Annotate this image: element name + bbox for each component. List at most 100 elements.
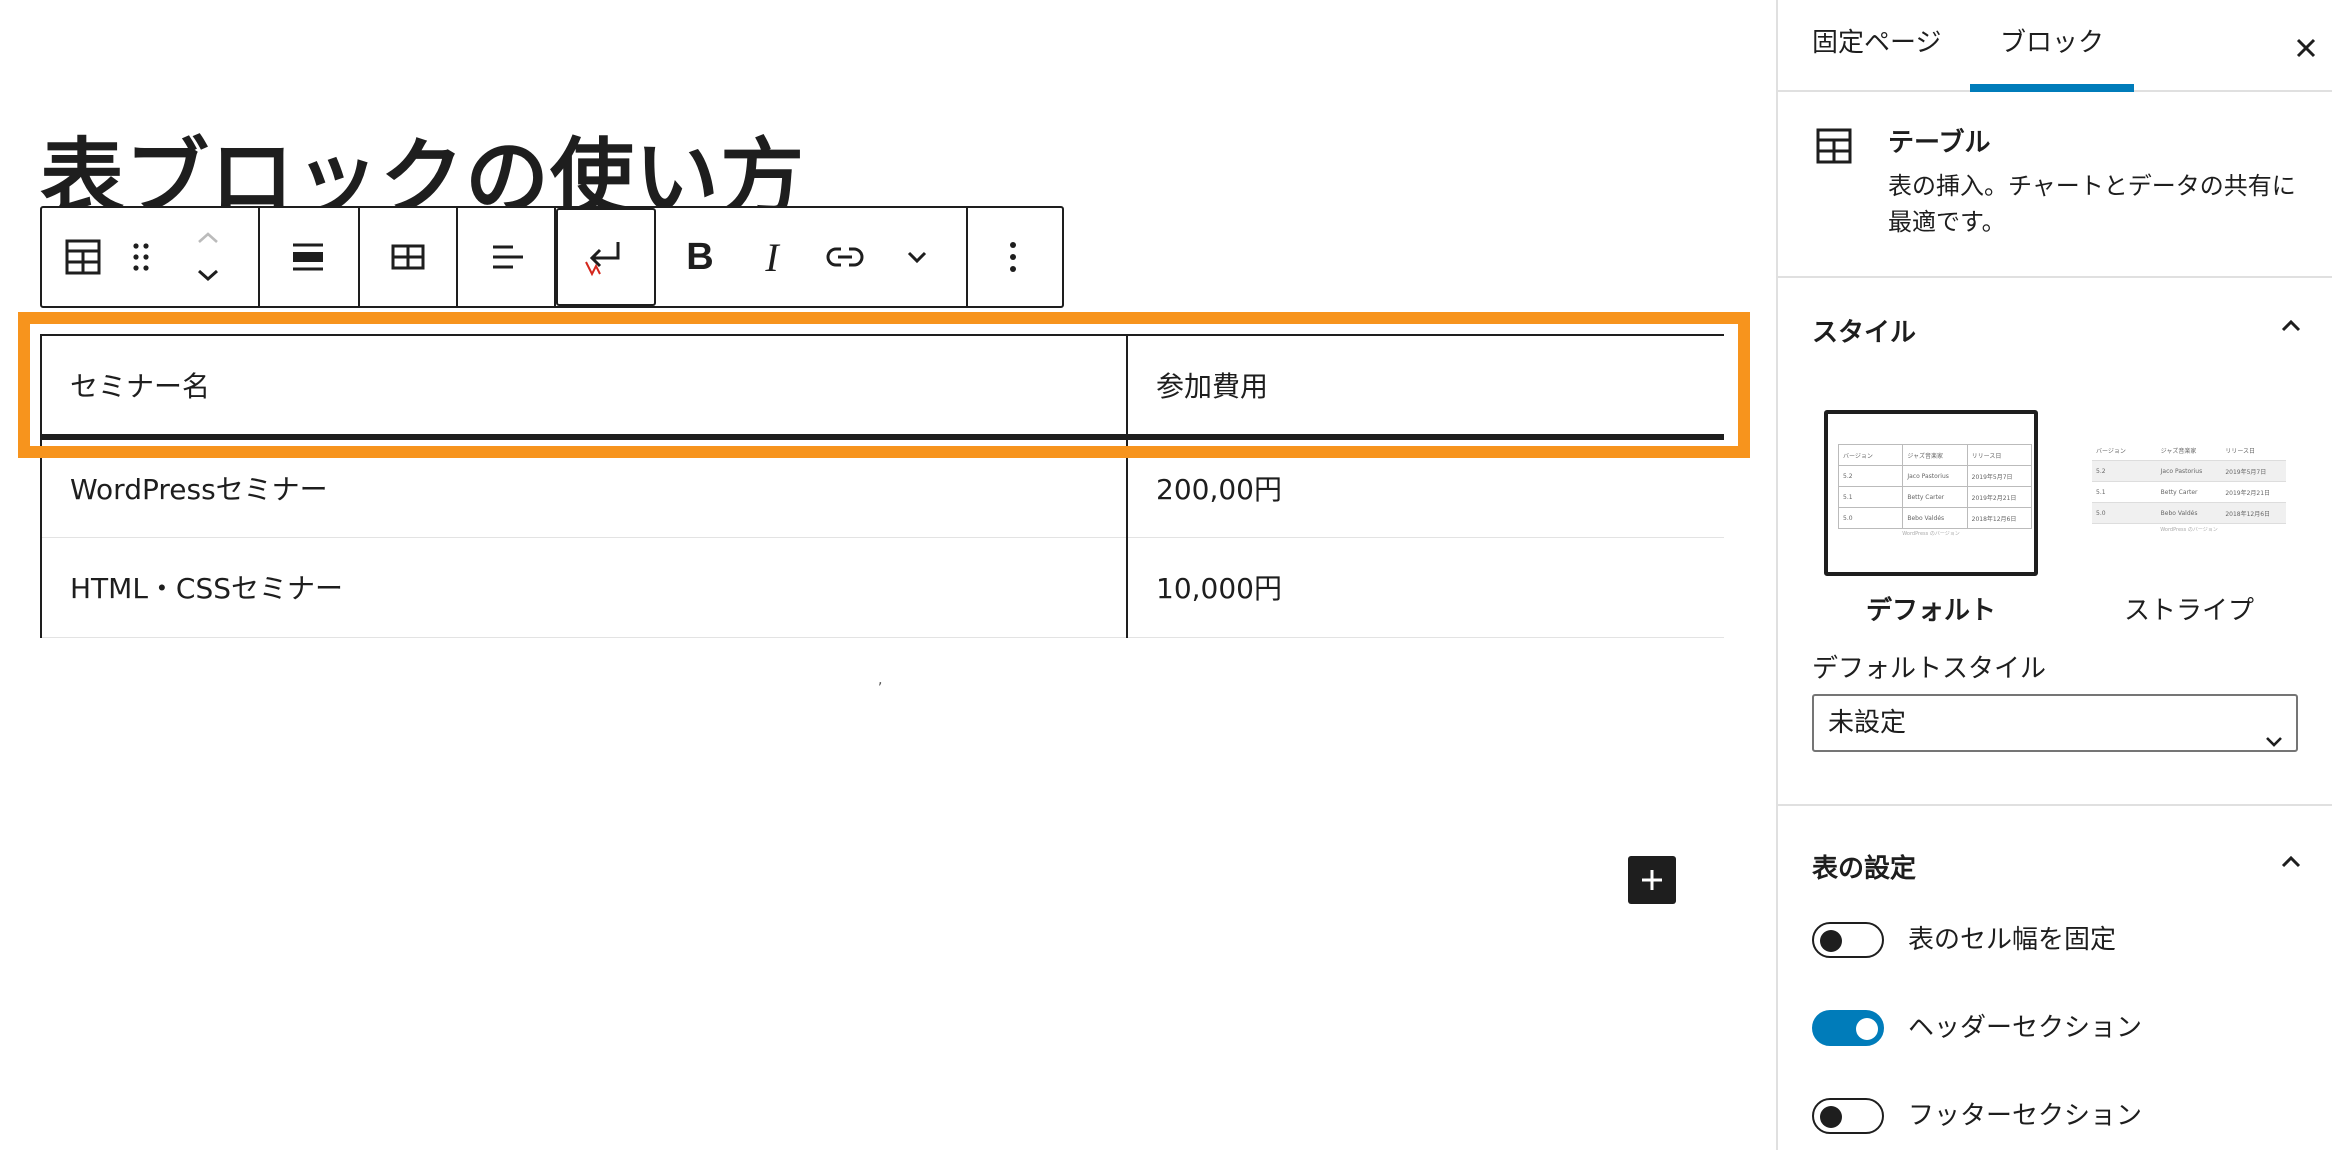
table-cell[interactable]: 10,000円 <box>1126 537 1724 638</box>
table-settings-panel: 表の設定 表のセル幅を固定 ヘッダーセクション フッターセクション <box>1778 808 2332 1150</box>
table-row: WordPressセミナー 200,00円 <box>40 437 1724 538</box>
bold-button[interactable]: B <box>672 232 728 282</box>
text-align-icon[interactable] <box>472 232 544 282</box>
styles-panel: スタイル バージョン ジャズ音楽家 リリース日 5.2 Jaco Pastorius 2… <box>1778 278 2332 806</box>
line-break-button[interactable] <box>556 208 656 306</box>
table-header-row: セミナー名 参加費用 <box>40 334 1724 440</box>
toolbar-divider <box>258 208 260 306</box>
preview-cell: Betty Carter <box>2156 481 2222 503</box>
block-card: テーブル 表の挿入。チャートとデータの共有に最適です。 <box>1778 92 2332 278</box>
preview-cell: Jaco Pastorius <box>1902 465 1968 487</box>
more-formatting-chevron-icon[interactable] <box>892 232 942 282</box>
preview-cell: バージョン <box>2092 440 2157 461</box>
preview-cell: 5.2 <box>2092 460 2157 482</box>
preview-cell: Betty Carter <box>1902 486 1968 508</box>
toolbar-divider <box>966 208 968 306</box>
preview-cell: 2019年2月21日 <box>2221 481 2286 503</box>
close-icon <box>2296 38 2316 58</box>
preview-caption: WordPress のバージョン <box>2160 527 2218 533</box>
table-row: HTML・CSSセミナー 10,000円 <box>40 537 1724 638</box>
active-tab-indicator <box>1970 84 2134 92</box>
add-block-button[interactable] <box>1628 856 1676 904</box>
link-icon[interactable] <box>812 232 878 282</box>
table-cell[interactable]: HTML・CSSセミナー <box>40 537 1128 638</box>
preview-cell: 2018年12月6日 <box>2221 502 2286 524</box>
preview-cell: 5.1 <box>2092 481 2157 503</box>
options-menu-icon[interactable] <box>988 232 1038 282</box>
toolbar-divider <box>456 208 458 306</box>
table-cell[interactable]: 200,00円 <box>1126 437 1724 538</box>
preview-cell: Bebo Valdés <box>1902 507 1968 529</box>
default-style-select[interactable]: 未設定 <box>1812 694 2298 752</box>
style-preview: バージョン ジャズ音楽家 リリース日 5.2 Jaco Pastorius 2019年5… <box>1824 410 2038 576</box>
preview-cell: リリース日 <box>1966 444 2033 466</box>
fixed-width-label: 表のセル幅を固定 <box>1908 925 2117 955</box>
preview-cell: 2019年5月7日 <box>2221 460 2286 482</box>
default-style-label: デフォルトスタイル <box>1812 654 2047 684</box>
footer-section-label: フッターセクション <box>1908 1101 2143 1131</box>
preview-cell: 2018年12月6日 <box>1966 507 2033 529</box>
plus-icon <box>1642 870 1662 890</box>
sidebar-tabs: 固定ページ ブロック <box>1778 0 2332 92</box>
preview-cell: 5.1 <box>1837 486 1904 508</box>
style-option-label: ストライプ <box>2123 596 2254 626</box>
block-toolbar: B I <box>40 206 1064 308</box>
edit-table-icon[interactable] <box>372 232 444 282</box>
block-card-description: 表の挿入。チャートとデータの共有に最適です。 <box>1888 172 2296 236</box>
preview-cell: 2019年5月7日 <box>1966 465 2033 487</box>
italic-label: I <box>765 234 779 280</box>
style-option-label: デフォルト <box>1865 596 1996 626</box>
chevron-up-icon <box>2280 318 2302 337</box>
table-settings-title: 表の設定 <box>1812 854 1917 884</box>
preview-table: バージョン ジャズ音楽家 リリース日 5.2 Jaco Pastorius 2019年5… <box>1837 444 2033 529</box>
table-icon <box>1816 128 1852 168</box>
preview-cell: バージョン <box>1837 444 1904 466</box>
block-card-title: テーブル <box>1888 128 1991 158</box>
table-cell[interactable]: WordPressセミナー <box>40 437 1128 538</box>
chevron-up-icon <box>2280 854 2302 873</box>
style-preview: バージョン ジャズ音楽家 リリース日 5.2 Jaco Pastorius 2019年5… <box>2082 410 2296 576</box>
style-option-stripes[interactable]: バージョン ジャズ音楽家 リリース日 5.2 Jaco Pastorius 2019年5… <box>2082 410 2296 627</box>
align-icon[interactable] <box>274 232 342 282</box>
table-settings-header[interactable]: 表の設定 <box>1778 832 2332 902</box>
table-header-cell[interactable]: セミナー名 <box>40 334 1128 440</box>
preview-caption: WordPress のバージョン <box>1902 531 1960 537</box>
preview-cell: ジャズ音楽家 <box>2156 440 2222 461</box>
preview-cell: リリース日 <box>2221 440 2286 461</box>
preview-table: バージョン ジャズ音楽家 リリース日 5.2 Jaco Pastorius 2019年5… <box>2092 440 2286 524</box>
editor-canvas: 表ブロックの使い方 B I セミナー名 参加費用 WordPressセミナー 2… <box>0 0 1776 1150</box>
styles-panel-header[interactable]: スタイル <box>1778 296 2332 366</box>
chevron-down-icon <box>2264 714 2284 768</box>
header-section-label: ヘッダーセクション <box>1908 1013 2143 1043</box>
preview-cell: 5.0 <box>1837 507 1904 529</box>
tab-block[interactable]: ブロック <box>2000 0 2104 90</box>
table-block[interactable]: セミナー名 参加費用 WordPressセミナー 200,00円 HTML・CS… <box>40 334 1724 640</box>
stray-mark: , <box>878 672 883 688</box>
preview-cell: Jaco Pastorius <box>2156 460 2222 482</box>
move-down-icon[interactable] <box>192 260 224 290</box>
preview-cell: ジャズ音楽家 <box>1902 444 1968 466</box>
table-header-cell[interactable]: 参加費用 <box>1126 334 1724 440</box>
preview-cell: Bebo Valdés <box>2156 502 2222 524</box>
move-up-icon[interactable] <box>192 222 224 252</box>
preview-cell: 5.0 <box>2092 502 2157 524</box>
header-section-toggle[interactable] <box>1812 1010 1884 1046</box>
table-block-icon[interactable] <box>58 232 108 282</box>
toggle-knob <box>1856 1018 1878 1040</box>
default-style-value: 未設定 <box>1828 708 1907 738</box>
style-option-default[interactable]: バージョン ジャズ音楽家 リリース日 5.2 Jaco Pastorius 2019年5… <box>1824 410 2038 627</box>
settings-sidebar: 固定ページ ブロック テーブル 表の挿入。チャートとデータの共有に最適です。 ス… <box>1776 0 2332 1150</box>
fixed-width-toggle[interactable] <box>1812 922 1884 958</box>
drag-handle-icon[interactable] <box>126 232 156 282</box>
toolbar-divider <box>358 208 360 306</box>
footer-section-toggle[interactable] <box>1812 1098 1884 1134</box>
toggle-knob <box>1820 930 1842 952</box>
italic-button[interactable]: I <box>744 232 800 282</box>
styles-panel-title: スタイル <box>1812 318 1917 348</box>
toggle-knob <box>1820 1106 1842 1128</box>
bold-label: B <box>686 235 714 278</box>
preview-cell: 2019年2月21日 <box>1966 486 2033 508</box>
close-sidebar-button[interactable] <box>2288 30 2324 66</box>
tab-page[interactable]: 固定ページ <box>1812 0 1941 90</box>
data-table: セミナー名 参加費用 WordPressセミナー 200,00円 HTML・CS… <box>40 334 1724 638</box>
